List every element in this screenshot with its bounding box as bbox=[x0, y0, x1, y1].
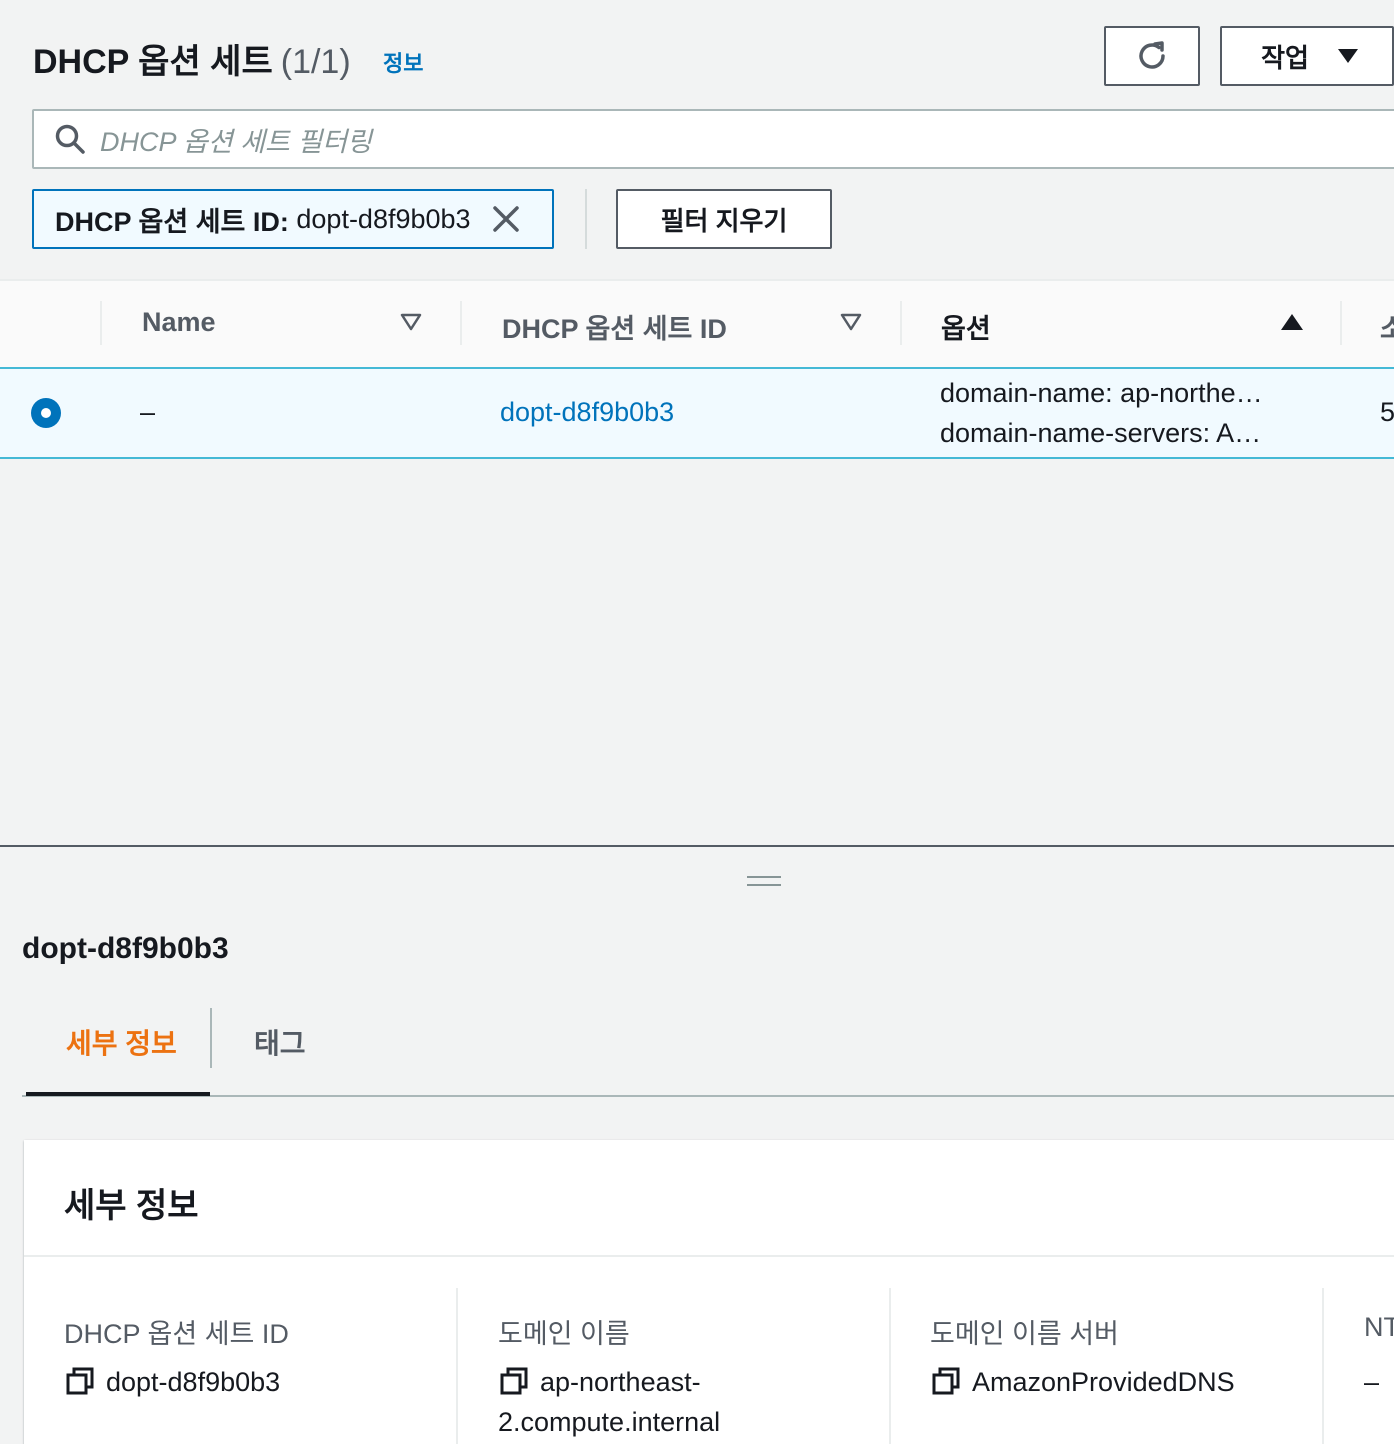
refresh-button[interactable] bbox=[1104, 26, 1200, 86]
column-divider bbox=[460, 301, 462, 345]
copy-icon[interactable] bbox=[66, 1367, 94, 1395]
detail-value-id-text: dopt-d8f9b0b3 bbox=[106, 1367, 281, 1397]
tab-baseline bbox=[22, 1095, 1394, 1097]
detail-label-id: DHCP 옵션 세트 ID bbox=[64, 1319, 289, 1349]
filter-token: DHCP 옵션 세트 ID: dopt-d8f9b0b3 bbox=[32, 189, 554, 249]
column-divider bbox=[889, 1288, 891, 1444]
close-icon[interactable] bbox=[491, 204, 521, 234]
page-title: DHCP 옵션 세트 (1/1) bbox=[33, 34, 351, 83]
clear-filters-button[interactable]: 필터 지우기 bbox=[616, 189, 832, 249]
detail-value-dns-servers-text: AmazonProvidedDNS bbox=[972, 1367, 1235, 1397]
tab-tags[interactable]: 태그 bbox=[254, 1022, 306, 1062]
cell-owner: 5 bbox=[1380, 397, 1394, 427]
cell-options-line2: domain-name-servers: A… bbox=[940, 418, 1262, 448]
cell-options-line1: domain-name: ap-northe… bbox=[940, 378, 1263, 408]
column-divider bbox=[100, 301, 102, 345]
copy-icon[interactable] bbox=[932, 1367, 960, 1395]
search-placeholder: DHCP 옵션 세트 필터링 bbox=[100, 126, 372, 157]
detail-value-domain-name-line1: ap-northeast- bbox=[540, 1367, 701, 1397]
detail-label-dns-servers: 도메인 이름 서버 bbox=[930, 1319, 1119, 1349]
row-select-radio[interactable] bbox=[31, 398, 61, 428]
table-empty-area bbox=[0, 459, 1394, 845]
detail-value-domain-name: ap-northeast- bbox=[500, 1362, 701, 1402]
tab-details[interactable]: 세부 정보 bbox=[66, 1022, 177, 1062]
cell-name: – bbox=[140, 397, 156, 427]
copy-icon[interactable] bbox=[500, 1367, 528, 1395]
resize-handle-icon[interactable] bbox=[747, 876, 781, 888]
selection-count: (1/1) bbox=[280, 43, 351, 81]
column-divider bbox=[456, 1288, 458, 1444]
split-panel-divider bbox=[0, 845, 1394, 847]
card-title: 세부 정보 bbox=[64, 1187, 199, 1225]
sort-icon[interactable] bbox=[400, 313, 422, 331]
column-header-name[interactable]: Name bbox=[142, 307, 216, 338]
active-tab-indicator bbox=[26, 1092, 210, 1096]
column-divider bbox=[900, 301, 902, 345]
sort-icon[interactable] bbox=[840, 313, 862, 331]
toolbar-divider bbox=[585, 189, 587, 249]
column-header-options[interactable]: 옵션 bbox=[941, 307, 991, 346]
filter-token-key: DHCP 옵션 세트 ID: bbox=[55, 206, 289, 237]
column-divider bbox=[1340, 301, 1342, 345]
cell-id-link[interactable]: dopt-d8f9b0b3 bbox=[500, 397, 674, 428]
column-header-id[interactable]: DHCP 옵션 세트 ID bbox=[502, 307, 727, 346]
tab-divider bbox=[210, 1008, 212, 1068]
actions-button[interactable]: 작업 bbox=[1220, 26, 1394, 86]
column-divider bbox=[1322, 1288, 1324, 1444]
detail-value-ntp: – bbox=[1364, 1367, 1380, 1397]
page-title-text: DHCP 옵션 세트 bbox=[33, 43, 273, 81]
detail-value-id: dopt-d8f9b0b3 bbox=[66, 1362, 280, 1402]
refresh-icon bbox=[1139, 41, 1165, 69]
filter-token-value: dopt-d8f9b0b3 bbox=[296, 203, 471, 234]
card-header: 세부 정보 bbox=[24, 1140, 1394, 1257]
search-input[interactable]: DHCP 옵션 세트 필터링 bbox=[32, 109, 1394, 169]
actions-button-label: 작업 bbox=[1261, 42, 1309, 73]
table-row[interactable]: – dopt-d8f9b0b3 domain-name: ap-northe… … bbox=[0, 367, 1394, 459]
info-link[interactable]: 정보 bbox=[383, 46, 423, 78]
detail-value-dns-servers: AmazonProvidedDNS bbox=[932, 1362, 1235, 1402]
detail-label-ntp: NT bbox=[1364, 1312, 1394, 1342]
column-header-owner[interactable]: 소 bbox=[1380, 307, 1394, 346]
panel-title: dopt-d8f9b0b3 bbox=[22, 932, 229, 965]
caret-down-icon bbox=[1337, 49, 1358, 63]
detail-label-domain-name: 도메인 이름 bbox=[498, 1319, 630, 1349]
table-header: Name DHCP 옵션 세트 ID 옵션 소 bbox=[0, 281, 1394, 367]
search-icon bbox=[55, 124, 85, 154]
detail-value-domain-name-line2: 2.compute.internal bbox=[498, 1407, 721, 1437]
details-card: 세부 정보 DHCP 옵션 세트 ID dopt-d8f9b0b3 도메인 이름… bbox=[24, 1140, 1394, 1444]
sort-ascending-icon[interactable] bbox=[1280, 313, 1304, 331]
